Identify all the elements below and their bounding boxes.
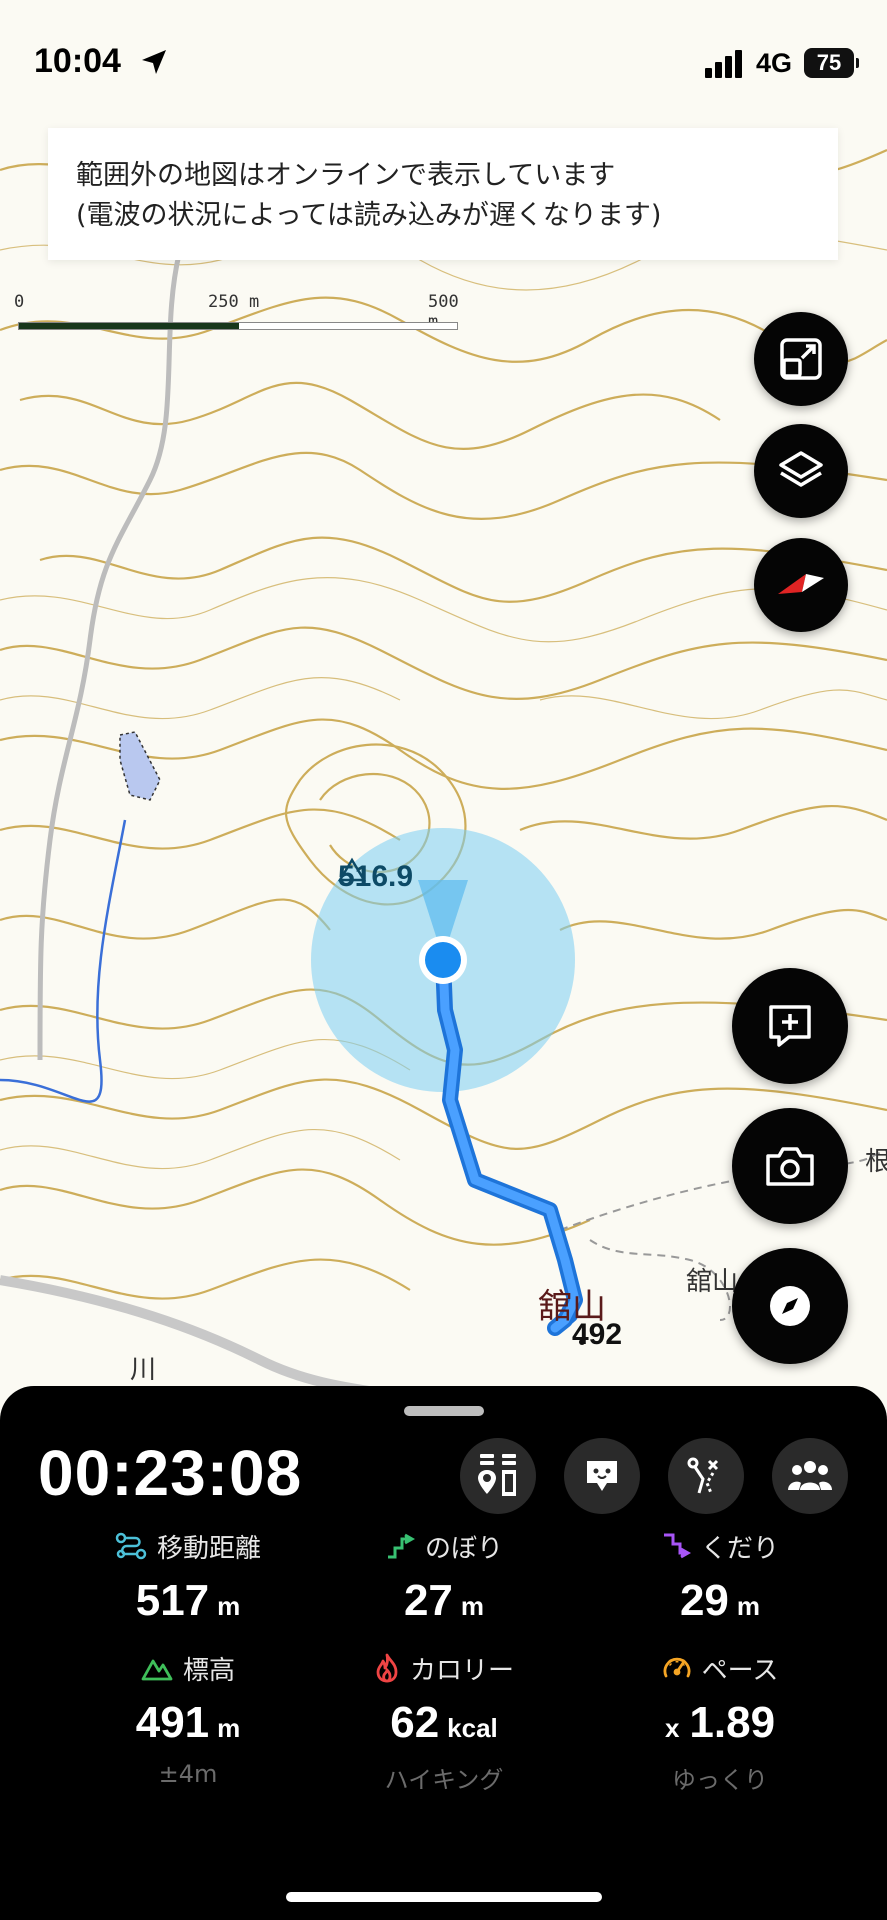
stat-elevation: 標高 491 m ±4m: [40, 1650, 336, 1789]
stat-value: 62: [390, 1698, 440, 1747]
bear-icon: [587, 1461, 617, 1491]
elapsed-time: 00:23:08: [38, 1437, 303, 1509]
network-type: 4G: [756, 48, 793, 78]
add-memo-button[interactable]: [732, 968, 848, 1084]
signal-icon: [705, 50, 742, 78]
stat-ascent: のぼり 27 m: [296, 1528, 592, 1626]
scale-label-250: 250 m: [208, 292, 260, 312]
stat-pace: ペース x 1.89 ゆっくり: [572, 1650, 868, 1795]
peak-elevation-label: 492: [572, 1318, 623, 1351]
descent-icon: [663, 1533, 691, 1559]
edge-label: 根: [865, 1147, 887, 1177]
calorie-icon: [376, 1653, 398, 1683]
stat-value: 29: [679, 1576, 729, 1625]
group-icon: [788, 1461, 832, 1490]
navigation-compass-icon: [770, 1286, 810, 1326]
stat-value: 1.89: [689, 1698, 776, 1747]
group-button[interactable]: [772, 1438, 848, 1514]
elevation-icon: [141, 1659, 173, 1681]
camera-icon: [766, 1147, 814, 1186]
fullscreen-icon: [780, 338, 822, 380]
waypoint-signpost-icon: [478, 1454, 516, 1496]
route-button[interactable]: [668, 1438, 744, 1514]
stat-sub: ゆっくり: [672, 1766, 768, 1794]
compass-button[interactable]: [754, 538, 848, 632]
stat-label: くだり: [700, 1533, 779, 1564]
stat-calories: カロリー 62 kcal ハイキング: [296, 1650, 592, 1795]
stat-unit: m: [460, 1591, 485, 1621]
stat-label: ペース: [701, 1655, 779, 1686]
home-indicator[interactable]: [286, 1892, 602, 1902]
stat-prefix: x: [664, 1713, 680, 1743]
stat-unit: kcal: [447, 1713, 498, 1743]
stat-value: 27: [403, 1576, 453, 1625]
status-time: 10:04: [34, 42, 121, 80]
stat-label: 移動距離: [156, 1533, 261, 1564]
camera-button[interactable]: [732, 1108, 848, 1224]
layers-button[interactable]: [754, 424, 848, 518]
pace-icon: [663, 1657, 691, 1678]
compass-icon: [778, 574, 824, 594]
stat-sub: ±4m: [158, 1760, 218, 1788]
offline-map-notice: 範囲外の地図はオンラインで表示しています (電波の状況によっては読み込みが遅くな…: [48, 128, 838, 260]
notice-line-1: 範囲外の地図はオンラインで表示しています: [76, 160, 616, 191]
bear-alert-button[interactable]: [564, 1438, 640, 1514]
scale-label-0: 0: [14, 292, 25, 312]
battery-icon: 75: [804, 48, 859, 78]
stat-value: 517: [135, 1576, 210, 1625]
layers-icon: [779, 451, 823, 487]
elevation-point-label: 516.9: [338, 860, 414, 893]
fullscreen-button[interactable]: [754, 312, 848, 406]
stat-sub: ハイキング: [384, 1766, 504, 1794]
river-label: 川: [130, 1355, 156, 1385]
status-bar: 10:04 4G 75: [0, 0, 887, 130]
stat-label: 標高: [182, 1655, 235, 1686]
stat-value: 491: [135, 1698, 210, 1747]
ascent-icon: [387, 1533, 415, 1559]
stat-unit: m: [736, 1591, 761, 1621]
stat-unit: m: [217, 1713, 241, 1743]
panel-drag-handle[interactable]: [404, 1406, 484, 1416]
activity-stats-panel: 00:23:08 移動距離 517 m のぼり 27 m くだり 29 m 標高…: [0, 1386, 887, 1920]
peak-name-right-label: 舘山: [686, 1267, 738, 1297]
add-memo-icon: [769, 1005, 811, 1047]
stat-label: のぼり: [424, 1533, 503, 1564]
navigation-compass-button[interactable]: [732, 1248, 848, 1364]
notice-line-2: (電波の状況によっては読み込みが遅くなります): [76, 200, 662, 231]
map-scale-bar: 0 250 m 500 m: [14, 292, 459, 332]
stat-label: カロリー: [409, 1655, 514, 1686]
waypoint-tool-button[interactable]: [460, 1438, 536, 1514]
distance-icon: [115, 1532, 147, 1560]
location-arrow-icon: [142, 50, 166, 74]
stat-distance: 移動距離 517 m: [40, 1528, 336, 1626]
stat-unit: m: [217, 1591, 241, 1621]
route-icon: [687, 1457, 719, 1494]
stat-descent: くだり 29 m: [572, 1528, 868, 1626]
